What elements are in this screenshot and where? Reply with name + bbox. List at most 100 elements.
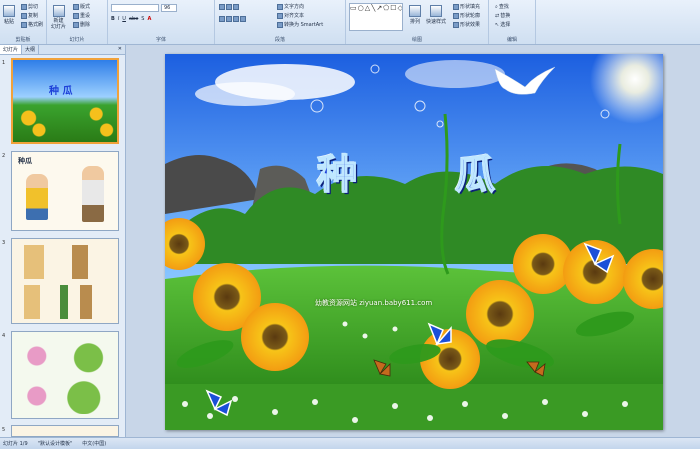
slide-thumbnail-row[interactable]: 2 种瓜 <box>0 151 125 231</box>
new-slide-icon <box>52 5 65 17</box>
shadow-button[interactable]: S <box>141 16 144 22</box>
reset-label: 重设 <box>80 13 91 19</box>
slide-thumbnail-3[interactable] <box>11 238 119 324</box>
slides-group: 新建 幻灯片 版式 重设 删除 幻灯片 <box>47 0 108 44</box>
layout-button[interactable]: 版式 <box>73 3 90 10</box>
slide-thumbnail-row[interactable]: 4 <box>0 331 125 419</box>
binoculars-icon: ⌕ <box>495 3 498 10</box>
font-size-value: 96 <box>164 5 171 11</box>
slide-number: 1 <box>2 60 6 66</box>
shape-effects-button[interactable]: 形状效果 <box>453 21 480 28</box>
ribbon: 粘贴 剪切 复制 格式刷 剪贴板 新建 幻灯片 版式 重设 删除 幻灯片 96 … <box>0 0 700 45</box>
slide-thumbnail-row[interactable]: 3 <box>0 238 125 324</box>
slide-canvas: 种 瓜 幼教资源网站 ziyuan.baby611.com <box>126 45 700 437</box>
language-indicator[interactable]: 中文(中国) <box>82 440 106 447</box>
slides-panel: 幻灯片 大纲 ✕ 1 种 瓜 2 种瓜 3 4 5 <box>0 45 126 437</box>
slide-thumbnail-2[interactable]: 种瓜 <box>11 151 119 231</box>
arrange-icon <box>409 5 421 17</box>
slide-counter: 幻灯片 1/9 <box>3 441 28 447</box>
shapes-gallery[interactable]: ▭○△╲↗⬠☐◇⬡⌒⇨☆{} <box>349 3 403 31</box>
paste-button[interactable]: 粘贴 <box>3 5 15 25</box>
slide-thumbnail-row[interactable]: 1 种 瓜 <box>0 58 125 144</box>
reset-button[interactable]: 重设 <box>73 12 90 19</box>
slide-title-left: 种 <box>316 150 358 199</box>
cut-label: 剪切 <box>28 4 39 10</box>
underline-button[interactable]: U <box>122 16 126 22</box>
replace-label: 替换 <box>500 13 511 19</box>
clipboard-group: 粘贴 剪切 复制 格式刷 剪贴板 <box>0 0 47 44</box>
copy-button[interactable]: 复制 <box>21 12 38 19</box>
slide-thumbnail-1[interactable]: 种 瓜 <box>11 58 119 144</box>
fill-icon <box>453 3 459 10</box>
numbering-icon <box>226 4 232 10</box>
current-slide[interactable]: 种 瓜 幼教资源网站 ziyuan.baby611.com <box>165 54 663 430</box>
paste-icon <box>3 5 15 17</box>
quick-styles-button[interactable]: 快速样式 <box>426 5 446 25</box>
format-painter-button[interactable]: 格式刷 <box>21 21 43 28</box>
panel-tabs: 幻灯片 大纲 ✕ <box>0 45 125 55</box>
replace-icon: ⇄ <box>495 12 500 19</box>
slide-thumbnail-4[interactable] <box>11 331 119 419</box>
thumbnail-sunflowers <box>13 102 117 142</box>
font-color-button[interactable]: A <box>147 16 151 22</box>
strikethrough-button[interactable]: abe <box>129 16 138 22</box>
slide-background-art <box>165 54 663 430</box>
slide-number: 5 <box>2 427 6 433</box>
new-slide-label: 新建 幻灯片 <box>51 18 67 30</box>
smartart-button[interactable]: 转换为 SmartArt <box>277 21 323 28</box>
italic-button[interactable]: I <box>118 16 119 22</box>
select-label: 选择 <box>500 22 511 28</box>
clipboard-group-label: 剪贴板 <box>15 37 31 43</box>
editing-group: ⌕ 查找 ⇄ 替换 ↖ 选择 编辑 <box>489 0 536 44</box>
find-button[interactable]: ⌕ 查找 <box>495 3 509 11</box>
shape-outline-button[interactable]: 形状轮廓 <box>453 12 480 19</box>
tab-outline[interactable]: 大纲 <box>22 45 40 54</box>
format-painter-label: 格式刷 <box>28 22 44 28</box>
figure-child-illustration <box>26 174 48 220</box>
font-group: 96 B I U abe S A 字体 <box>108 0 215 44</box>
font-format-buttons: B I U abe S A <box>111 16 151 22</box>
bullets-button[interactable] <box>219 4 239 10</box>
figure-grandpa-illustration <box>82 166 104 222</box>
arrange-label: 排列 <box>409 19 420 25</box>
text-direction-button[interactable]: 文字方向 <box>277 3 304 10</box>
indent-icon <box>233 4 239 10</box>
new-slide-button[interactable]: 新建 幻灯片 <box>51 5 66 30</box>
shape-fill-label: 形状填充 <box>460 4 481 10</box>
slide-thumbnail-row[interactable]: 5 <box>0 425 125 437</box>
close-panel-icon[interactable]: ✕ <box>115 45 125 54</box>
quick-styles-icon <box>430 5 442 17</box>
drawing-group-label: 绘图 <box>411 37 422 43</box>
select-button[interactable]: ↖ 选择 <box>495 21 511 29</box>
arrange-button[interactable]: 排列 <box>409 5 421 25</box>
cursor-icon: ↖ <box>495 21 500 28</box>
font-size-combobox[interactable]: 96 <box>161 4 177 12</box>
outline-icon <box>453 12 459 19</box>
align-text-button[interactable]: 对齐文本 <box>277 12 304 19</box>
scissors-icon <box>21 3 27 10</box>
slide-thumbnail-5[interactable] <box>11 425 119 437</box>
brush-icon <box>21 21 27 28</box>
align-buttons[interactable] <box>219 16 246 22</box>
tab-slides[interactable]: 幻灯片 <box>0 45 23 54</box>
align-text-icon <box>277 12 283 19</box>
copy-label: 复制 <box>28 13 39 19</box>
quick-styles-label: 快速样式 <box>426 19 447 25</box>
align-center-icon <box>226 16 232 22</box>
layout-icon <box>73 3 79 10</box>
replace-button[interactable]: ⇄ 替换 <box>495 12 511 20</box>
drawing-group: ▭○△╲↗⬠☐◇⬡⌒⇨☆{} 排列 快速样式 形状填充 形状轮廓 形状效果 绘图 <box>346 0 489 44</box>
text-direction-icon <box>277 3 283 10</box>
editing-group-label: 编辑 <box>506 37 517 43</box>
effects-icon <box>453 21 459 28</box>
slide-number: 3 <box>2 240 6 246</box>
cut-button[interactable]: 剪切 <box>21 3 38 10</box>
font-name-combobox[interactable] <box>111 4 159 12</box>
shape-fill-button[interactable]: 形状填充 <box>453 3 480 10</box>
illustration-bottom <box>24 285 104 319</box>
bold-button[interactable]: B <box>111 16 115 22</box>
delete-icon <box>73 21 79 28</box>
align-text-label: 对齐文本 <box>284 13 305 19</box>
delete-slide-button[interactable]: 删除 <box>73 21 90 28</box>
paragraph-group-label: 段落 <box>274 37 285 43</box>
